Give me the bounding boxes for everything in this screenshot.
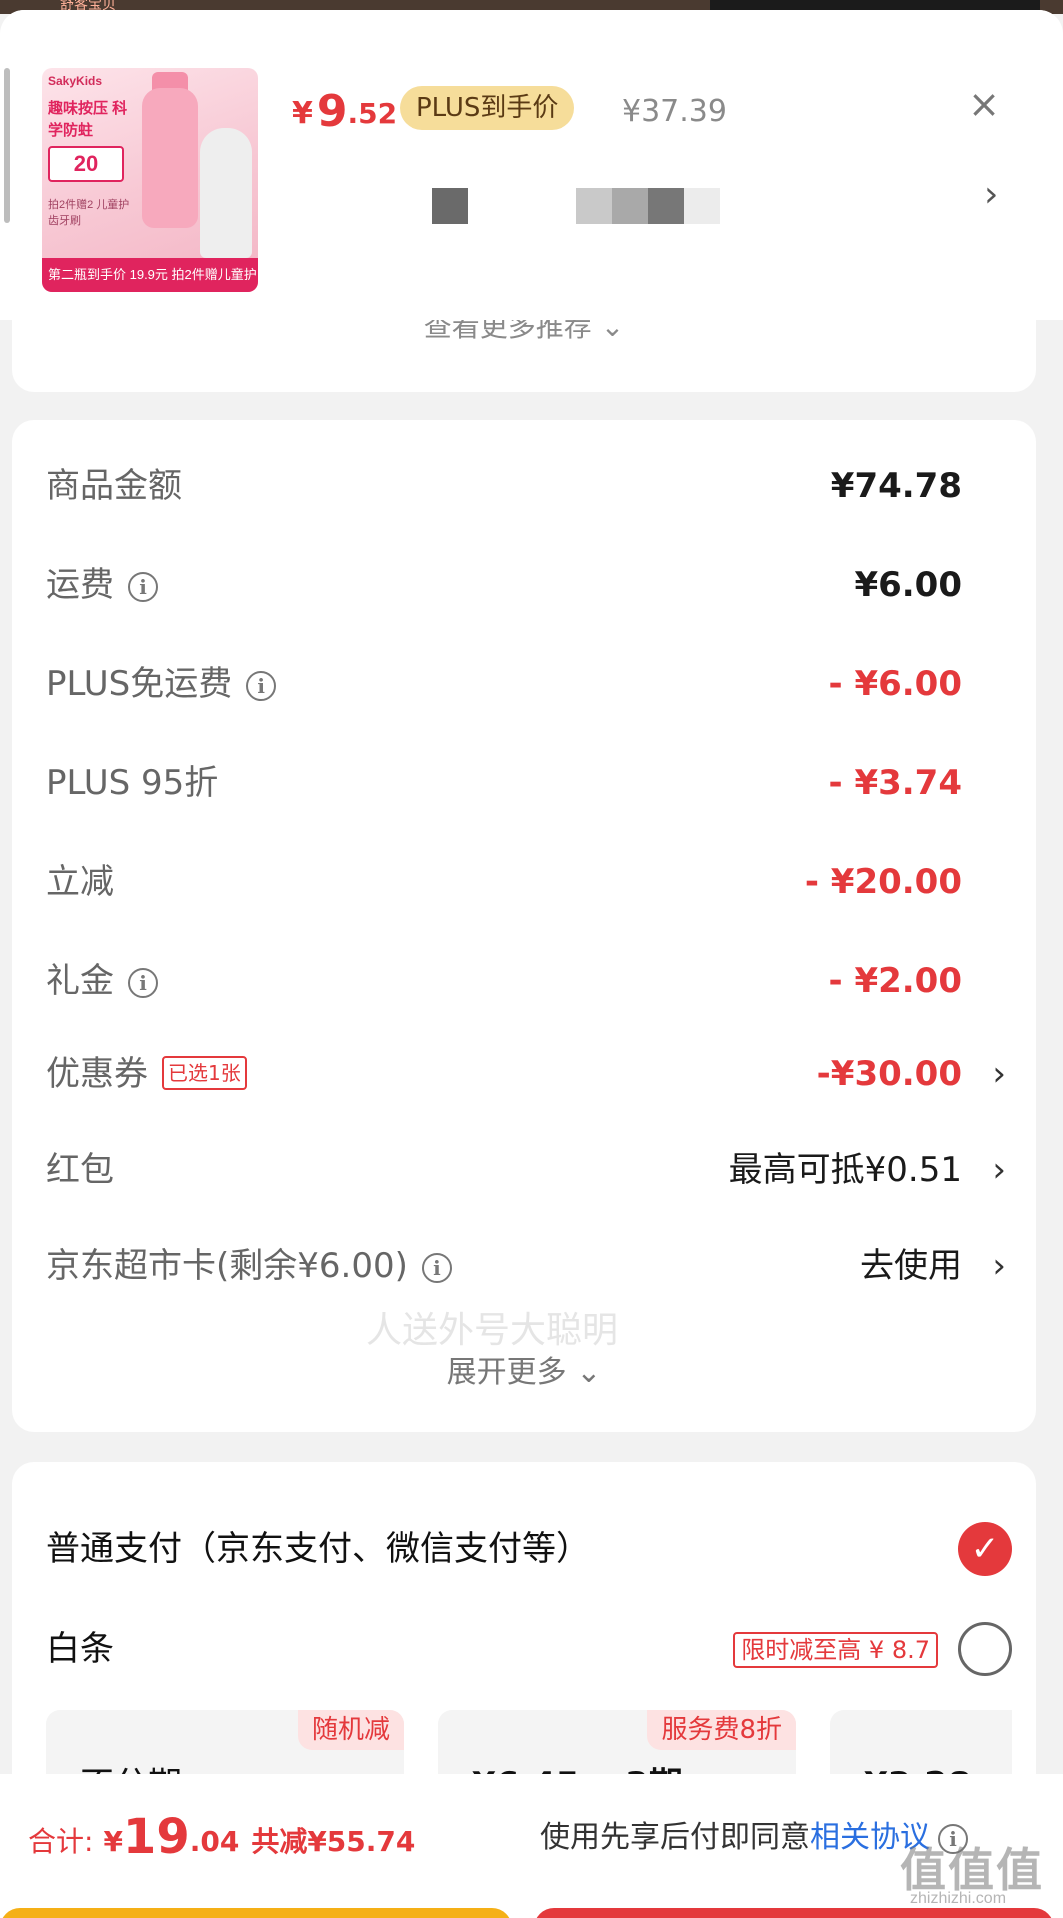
total-amount: 合计: ¥ 19 .04 共减¥55.74 (28, 1810, 415, 1864)
row-value: - ¥20.00 (804, 862, 962, 902)
product-header: SakyKids 趣味按压 科学防蛀 20 拍2件赠2 儿童护齿牙刷 第二瓶到手… (0, 10, 1063, 320)
chevron-right-icon[interactable]: › (992, 1140, 1006, 1200)
info-icon[interactable]: i (128, 571, 158, 602)
background-page-text: 舒客宝贝 (60, 0, 116, 10)
row-label: 运费 (46, 565, 114, 605)
blurred-block (684, 188, 720, 224)
pay-option-baitiao[interactable]: 白条 限时减至高 ¥ 8.7 (46, 1614, 1012, 1684)
pay-option-label: 普通支付（京东支付、微信支付等） (46, 1529, 590, 1569)
row-label-wrap: 运费 i (46, 555, 158, 615)
row-plus-discount: PLUS 95折 - ¥3.74 (46, 753, 1012, 813)
row-value: -¥30.00 (816, 1054, 962, 1094)
row-label: 优惠券 (46, 1054, 148, 1094)
plus-price-badge: PLUS到手价 (400, 86, 575, 130)
thumb-headline: 趣味按压 科学防蛀 (48, 100, 128, 139)
row-coupon[interactable]: 优惠券 已选1张 -¥30.00 › (46, 1044, 1012, 1104)
total-currency: ¥ (103, 1825, 123, 1858)
bottle-shape (142, 88, 198, 228)
plan-tag: 服务费8折 (647, 1710, 796, 1750)
row-value: - ¥6.00 (828, 664, 963, 704)
total-decimal: .04 (189, 1825, 240, 1858)
pay-later-button[interactable] (0, 1908, 512, 1918)
recommend-card: 查看更多推荐 ⌄ (12, 310, 1036, 392)
row-label: 京东超市卡(剩余¥6.00) (46, 1246, 408, 1286)
expand-more-link[interactable]: 展开更多 ⌄ (12, 1348, 1036, 1398)
pay-option-label: 白条 (46, 1629, 114, 1669)
row-supermarket-card[interactable]: 京东超市卡(剩余¥6.00) i 去使用 › (46, 1236, 1012, 1296)
row-plus-free-shipping: PLUS免运费 i - ¥6.00 (46, 654, 1012, 714)
row-label: 立减 (46, 862, 114, 902)
price-integer: 9 (316, 86, 348, 137)
thumb-band: 第二瓶到手价 19.9元 拍2件赠儿童护齿牙刷2支 第二件立减20元 (42, 258, 258, 292)
blurred-block (432, 188, 468, 224)
row-value: - ¥2.00 (828, 961, 963, 1001)
checkout-bottom-bar: 合计: ¥ 19 .04 共减¥55.74 使用先享后付即同意相关协议 i 值值值… (0, 1774, 1063, 1918)
plus-price: ¥ 9 .52 (292, 84, 397, 134)
endorser-shape (200, 128, 252, 258)
row-label-wrap: 京东超市卡(剩余¥6.00) i (46, 1236, 452, 1296)
price-currency: ¥ (292, 96, 313, 131)
row-value: ¥74.78 (830, 466, 962, 506)
row-shipping: 运费 i ¥6.00 (46, 555, 1012, 615)
info-icon[interactable]: i (421, 1252, 452, 1283)
total-integer: 19 (122, 1809, 190, 1865)
baitiao-promo-tag: 限时减至高 ¥ 8.7 (733, 1632, 938, 1668)
product-thumbnail[interactable]: SakyKids 趣味按压 科学防蛀 20 拍2件赠2 儿童护齿牙刷 第二瓶到手… (42, 68, 258, 292)
row-label-wrap: 礼金 i (46, 951, 158, 1011)
thumb-gift: 拍2件赠2 儿童护齿牙刷 (48, 199, 130, 227)
original-price: ¥37.39 (622, 94, 727, 129)
site-watermark-url: zhizhizhi.com (910, 1890, 1007, 1907)
amount-summary-card: 商品金额 ¥74.78 运费 i ¥6.00 PLUS免运费 i - ¥6.00 P… (12, 420, 1036, 1432)
row-label: PLUS免运费 (46, 664, 233, 704)
radio-unselected-icon[interactable] (958, 1622, 1012, 1676)
scroll-indicator (4, 68, 10, 223)
row-label: 商品金额 (46, 466, 182, 506)
row-gift-money: 礼金 i - ¥2.00 (46, 951, 1012, 1011)
pay-option-normal[interactable]: 普通支付（京东支付、微信支付等） ✓ (46, 1514, 1012, 1584)
row-instant-discount: 立减 - ¥20.00 (46, 852, 1012, 912)
submit-order-button[interactable] (534, 1908, 1054, 1918)
plan-tag: 随机减 (297, 1710, 404, 1750)
row-label: PLUS 95折 (46, 763, 219, 803)
agreement-prefix: 使用先享后付即同意 (540, 1820, 810, 1855)
chevron-right-icon[interactable]: › (984, 174, 998, 215)
chevron-right-icon[interactable]: › (992, 1236, 1006, 1296)
thumb-coupon: 20 (48, 146, 124, 182)
check-selected-icon[interactable]: ✓ (958, 1522, 1012, 1576)
row-label: 红包 (46, 1150, 114, 1190)
expand-more-label: 展开更多 (446, 1355, 567, 1390)
price-decimal: .52 (347, 97, 398, 130)
thumb-brand: SakyKids (48, 74, 103, 88)
chevron-right-icon[interactable]: › (992, 1044, 1006, 1104)
row-goods-amount: 商品金额 ¥74.78 (46, 456, 1012, 516)
row-red-packet[interactable]: 红包 最高可抵¥0.51 › (46, 1140, 1012, 1200)
row-value: 最高可抵¥0.51 (728, 1150, 962, 1190)
info-icon[interactable]: i (128, 967, 158, 998)
coupon-selected-tag: 已选1张 (162, 1055, 247, 1090)
close-icon[interactable]: × (960, 80, 1008, 128)
blurred-block (612, 188, 648, 224)
total-saved: 共减¥55.74 (251, 1825, 416, 1858)
row-label: 礼金 (46, 961, 114, 1001)
chevron-down-icon: ⌄ (576, 1355, 602, 1390)
row-value: ¥6.00 (854, 565, 962, 605)
total-label: 合计: (28, 1825, 94, 1858)
blurred-block (648, 188, 684, 224)
info-icon[interactable]: i (246, 670, 277, 701)
blurred-block (576, 188, 612, 224)
row-value[interactable]: 去使用 (860, 1236, 962, 1296)
row-label-wrap: 优惠券 已选1张 (46, 1044, 247, 1104)
row-label-wrap: PLUS免运费 i (46, 654, 277, 714)
row-value: - ¥3.74 (828, 763, 963, 803)
